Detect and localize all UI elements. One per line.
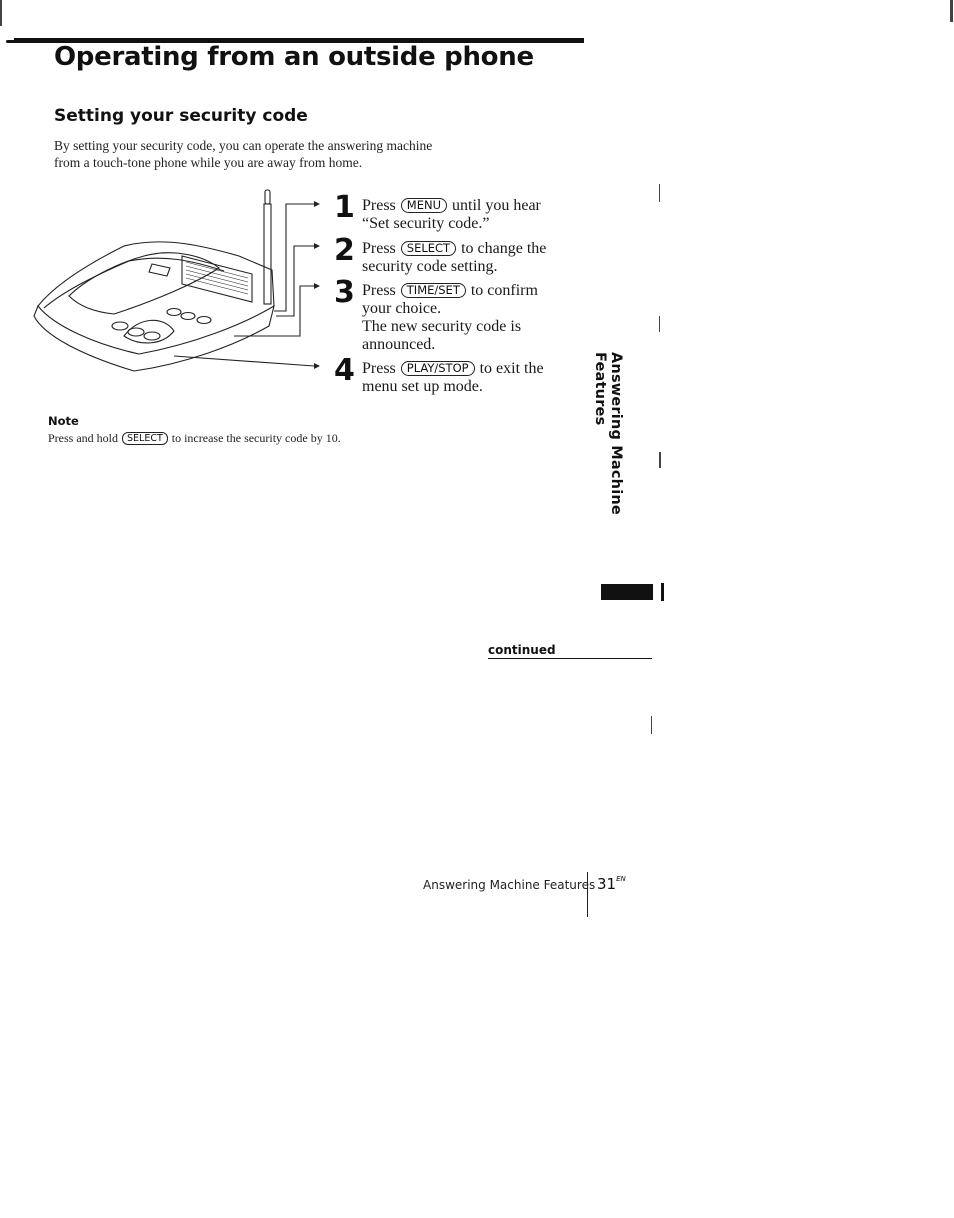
scan-mark <box>659 452 661 468</box>
step-text-before: Press <box>362 240 396 257</box>
step-text-line: “Set security code.” <box>362 215 490 232</box>
scan-mark <box>659 184 660 202</box>
scan-mark <box>651 716 652 734</box>
step-number: 1 <box>334 190 355 225</box>
step-text-line: announced. <box>362 336 436 353</box>
section-title: Setting your security code <box>54 106 308 126</box>
step-text-line: security code setting. <box>362 258 498 275</box>
page-title: Operating from an outside phone <box>54 42 534 72</box>
continued-label: continued <box>488 643 556 657</box>
side-tab-marker-tick <box>661 583 664 601</box>
step-text-line: menu set up mode. <box>362 378 483 395</box>
step-text: Press PLAY/STOP to exit the menu set up … <box>362 360 592 396</box>
step-text-after: to exit the <box>479 360 544 377</box>
step-text-after: to confirm <box>470 282 538 299</box>
note-text-before: Press and hold <box>48 431 118 445</box>
page-number-value: 31 <box>597 875 617 893</box>
answering-machine-illustration <box>33 189 320 372</box>
continued-rule <box>488 658 652 659</box>
page-number-suffix: EN <box>616 875 626 883</box>
time-set-key: TIME/SET <box>400 283 466 298</box>
footer-section-label: Answering Machine Features <box>423 878 596 892</box>
play-stop-key: PLAY/STOP <box>400 361 475 376</box>
step-text-before: Press <box>362 360 396 377</box>
step-number: 4 <box>334 353 355 388</box>
menu-key: MENU <box>400 198 447 213</box>
scan-mark <box>659 316 660 332</box>
step-text-after: until you hear <box>452 197 541 214</box>
header-rule-tip <box>6 40 18 43</box>
scan-mark <box>950 0 953 22</box>
step-number: 2 <box>334 233 355 268</box>
step-text-line: your choice. <box>362 300 442 317</box>
note-text: Press and hold SELECT to increase the se… <box>48 431 341 446</box>
step-text: Press SELECT to change the security code… <box>362 240 592 276</box>
intro-line: from a touch-tone phone while you are aw… <box>54 155 363 170</box>
intro-paragraph: By setting your security code, you can o… <box>54 137 514 171</box>
step-text-line: The new security code is <box>362 318 522 335</box>
step-1: 1 Press MENU until you hear “Set securit… <box>334 193 584 235</box>
page-number: 31EN <box>597 875 626 893</box>
side-tab-label: Answering Machine Features <box>592 352 624 515</box>
step-text-after: to change the <box>461 240 547 257</box>
step-text: Press TIME/SET to confirm your choice. T… <box>362 282 592 354</box>
step-4: 4 Press PLAY/STOP to exit the menu set u… <box>334 356 584 398</box>
intro-line: By setting your security code, you can o… <box>54 138 433 153</box>
select-key: SELECT <box>122 432 168 445</box>
side-tab-marker <box>601 584 653 600</box>
note-text-after: to increase the security code by 10. <box>171 431 341 445</box>
note-heading: Note <box>48 414 79 428</box>
step-3: 3 Press TIME/SET to confirm your choice.… <box>334 278 584 358</box>
scan-mark <box>0 0 2 26</box>
footer-divider <box>587 872 588 917</box>
select-key: SELECT <box>400 241 457 256</box>
step-2: 2 Press SELECT to change the security co… <box>334 236 584 278</box>
step-text-before: Press <box>362 197 396 214</box>
step-text: Press MENU until you hear “Set security … <box>362 197 592 233</box>
step-number: 3 <box>334 275 355 310</box>
step-text-before: Press <box>362 282 396 299</box>
side-tab: Answering Machine Features <box>592 352 624 582</box>
